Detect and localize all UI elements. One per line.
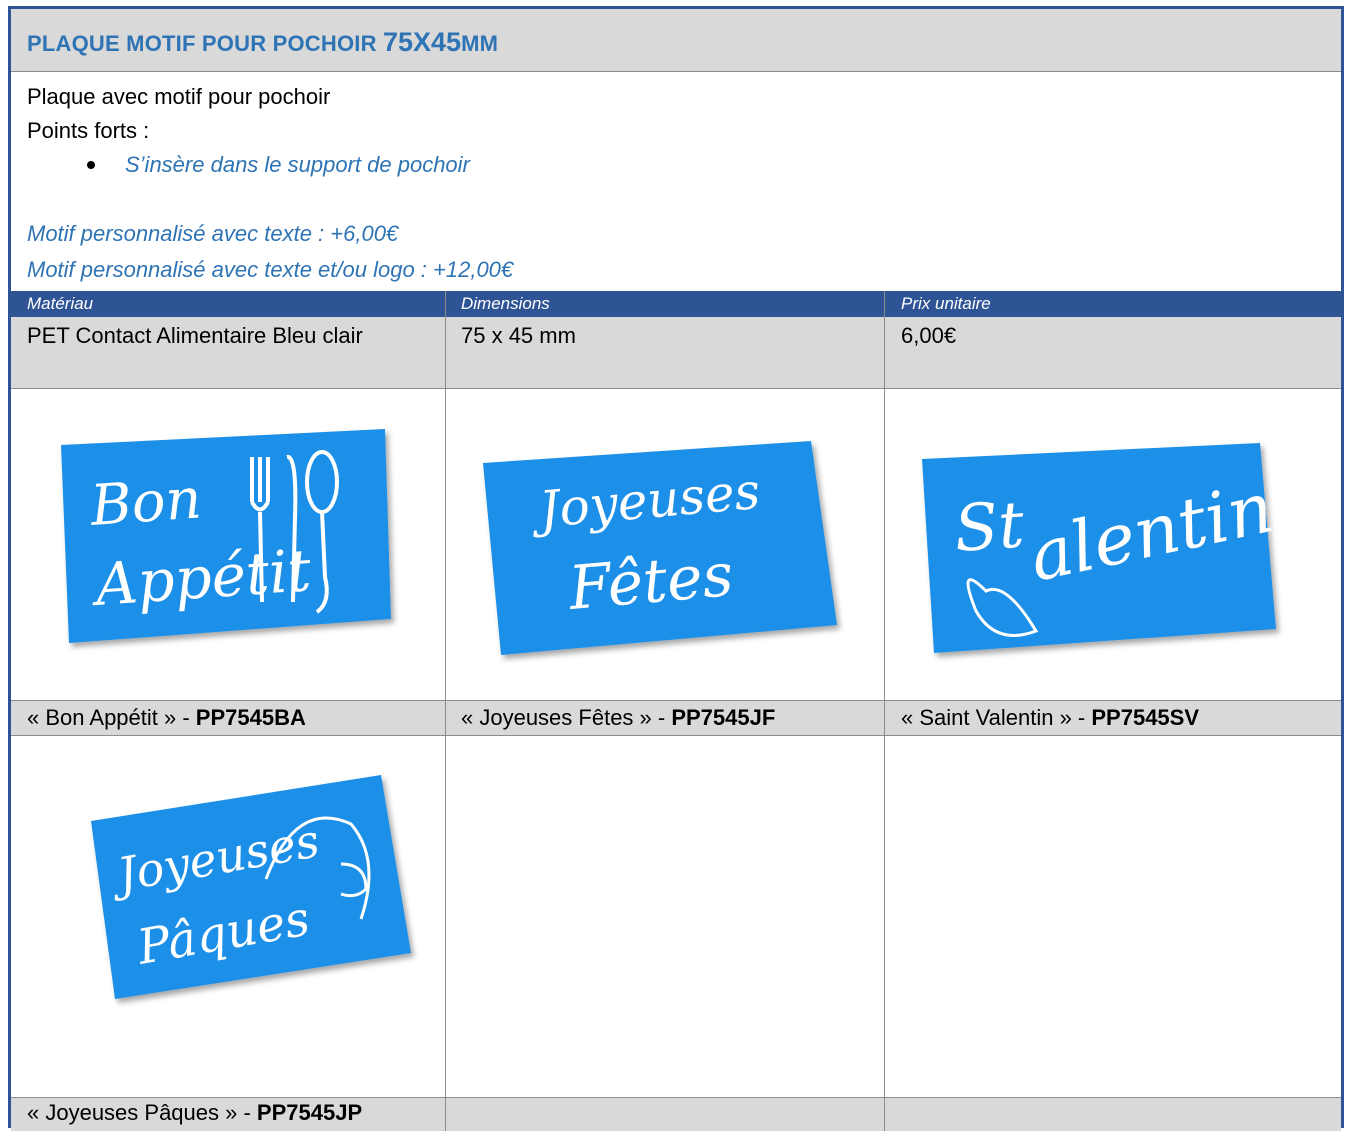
product-sheet: PLAQUE MOTIF POUR POCHOIR 75X45MM Plaque… [8, 6, 1344, 1131]
title-part2: 75X45 [383, 27, 462, 57]
table-row: PET Contact Alimentaire Bleu clair 75 x … [11, 317, 1341, 388]
description: Plaque avec motif pour pochoir Points fo… [27, 80, 1327, 182]
caption-joyeuses-paques: « Joyeuses Pâques » - PP7545JP [27, 1100, 363, 1125]
description-line1: Plaque avec motif pour pochoir [27, 84, 331, 109]
cell-dimensions: 75 x 45 mm [461, 323, 576, 348]
bullet-icon [87, 161, 95, 169]
feature-text: S’insère dans le support de pochoir [125, 152, 470, 177]
svg-text:St: St [952, 488, 1027, 567]
option-text: Motif personnalisé avec texte : +6,00€ [27, 221, 399, 246]
stencil-saint-valentin-image: St alentin [922, 443, 1280, 653]
caption-joyeuses-fetes: « Joyeuses Fêtes » - PP7545JF [461, 705, 776, 730]
option-logo: Motif personnalisé avec texte et/ou logo… [27, 257, 514, 282]
title-part3: MM [461, 31, 499, 56]
stencil-joyeuses-fetes-image: Joyeuses Fêtes [483, 441, 837, 655]
title-part1: PLAQUE MOTIF POUR POCHOIR [27, 31, 383, 56]
page-title: PLAQUE MOTIF POUR POCHOIR 75X45MM [11, 9, 1341, 72]
cell-material: PET Contact Alimentaire Bleu clair [27, 323, 363, 348]
feature-bullet: S’insère dans le support de pochoir [27, 148, 1327, 182]
cell-price: 6,00€ [901, 323, 957, 348]
svg-text:Fêtes: Fêtes [565, 540, 736, 624]
description-line2: Points forts : [27, 118, 150, 143]
header-price: Prix unitaire [901, 294, 991, 313]
header-dimensions: Dimensions [461, 294, 550, 313]
caption-bon-appetit: « Bon Appétit » - PP7545BA [27, 705, 306, 730]
stencil-joyeuses-paques-image: Joyeuses Pâques [91, 775, 411, 999]
svg-text:Bon: Bon [87, 466, 203, 539]
caption-row-2: « Joyeuses Pâques » - PP7545JP [11, 1098, 1341, 1131]
header-material: Matériau [27, 294, 94, 313]
caption-saint-valentin: « Saint Valentin » - PP7545SV [901, 705, 1200, 730]
caption-row: « Bon Appétit » - PP7545BA « Joyeuses Fê… [11, 701, 1341, 735]
stencil-bon-appetit-image: Bon Appétit [61, 429, 391, 643]
table-header: Matériau Dimensions Prix unitaire [11, 291, 1341, 317]
